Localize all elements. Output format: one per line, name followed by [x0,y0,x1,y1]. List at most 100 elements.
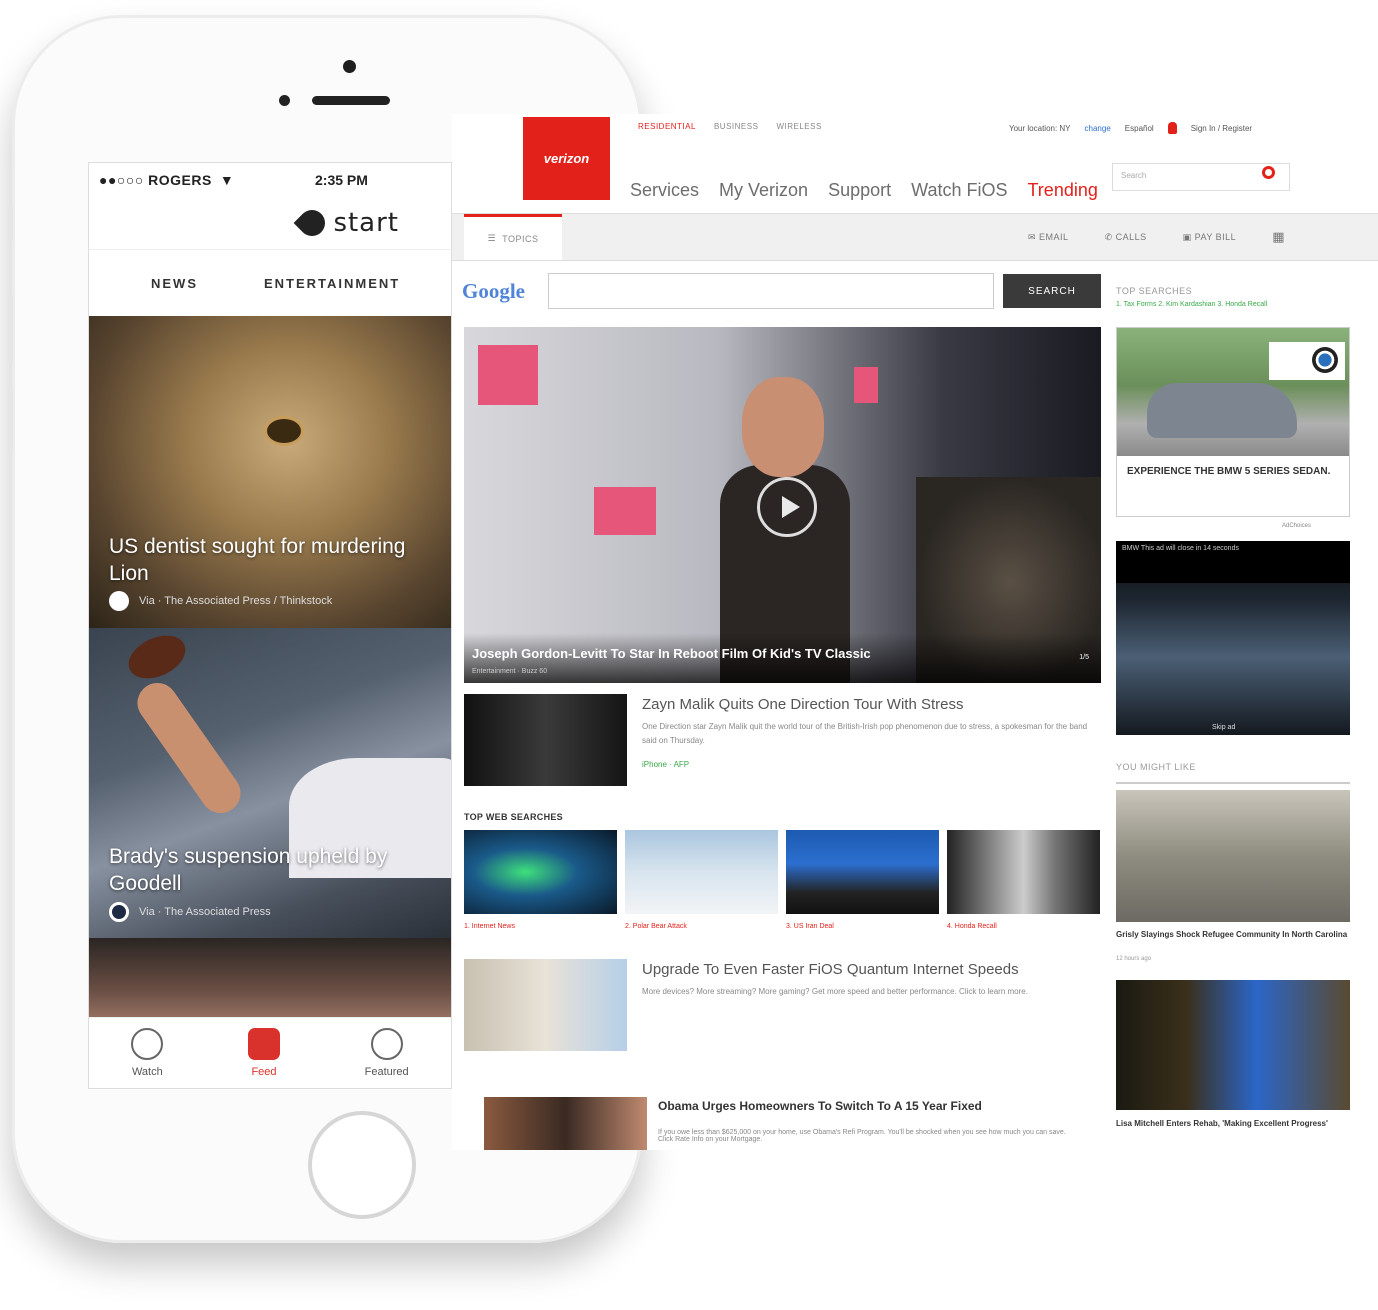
story-thumbnail [464,694,627,786]
nav-watch-label: Watch [131,1066,163,1078]
hero-subtitle: Entertainment · Buzz 60 [472,668,548,675]
search-icon[interactable] [1262,166,1275,179]
story-description: More devices? More streaming? More gamin… [642,987,1028,996]
ad-headline: EXPERIENCE THE BMW 5 SERIES SEDAN. [1127,466,1331,477]
recommended-thumbnail[interactable] [1116,980,1350,1110]
adchoices-link[interactable]: AdChoices [1282,523,1311,529]
topics-button[interactable]: ☰ TOPICS [464,214,562,260]
google-search-input[interactable] [548,273,994,309]
story-title[interactable]: Upgrade To Even Faster FiOS Quantum Inte… [642,961,1019,978]
bmw-display-ad[interactable]: EXPERIENCE THE BMW 5 SERIES SEDAN. [1116,327,1350,517]
video-ad-bar: BMW This ad will close in 14 seconds [1116,541,1350,583]
watch-icon [131,1028,164,1060]
sub-toolbar: ☰ TOPICS ✉ EMAIL ✆ CALLS ▣ PAY BILL ▦ [452,213,1378,261]
slide-counter: 1/5 [1079,654,1089,661]
nav-watch[interactable]: Watch [131,1028,164,1078]
star-icon [370,1028,403,1060]
story-title[interactable]: Obama Urges Homeowners To Switch To A 15… [658,1099,982,1113]
web-search-item[interactable]: 3. US Iran Deal [786,830,939,930]
verizon-logo[interactable]: verizon [523,117,610,200]
nav-services[interactable]: Services [630,180,699,201]
story-thumbnail[interactable] [484,1097,647,1150]
email-button[interactable]: ✉ EMAIL [1028,232,1069,243]
app-logo: start [333,208,399,238]
desktop-page: verizon RESIDENTIAL BUSINESS WIRELESS Yo… [452,114,1378,1150]
location-label: Your location: NY [1009,123,1071,133]
change-location-link[interactable]: change [1085,124,1111,133]
recommended-thumbnail[interactable] [1116,790,1350,922]
source-avatar [109,902,129,922]
story-zayn[interactable]: Zayn Malik Quits One Direction Tour With… [464,694,1101,786]
nav-watch-fios[interactable]: Watch FiOS [911,180,1007,201]
web-search-caption[interactable]: 3. US Iran Deal [786,923,939,930]
ad-image [1117,328,1349,456]
category-tabs: NEWS ENTERTAINMENT [89,249,451,316]
story-fios[interactable]: Upgrade To Even Faster FiOS Quantum Inte… [464,959,1101,1051]
play-icon[interactable] [757,477,817,537]
lion-image [264,416,304,446]
pay-bill-button[interactable]: ▣ PAY BILL [1183,232,1237,243]
nav-support[interactable]: Support [828,180,891,201]
home-button[interactable] [308,1111,416,1219]
nav-featured-label: Featured [364,1066,409,1078]
nav-featured[interactable]: Featured [365,1028,409,1078]
phone-camera [343,60,356,73]
nav-feed[interactable]: Feed [247,1028,280,1078]
calls-button[interactable]: ✆ CALLS [1105,232,1147,243]
utility-bar: Your location: NY change Español Sign In… [1009,122,1252,134]
divider [1116,782,1350,784]
phone-screen: ●●○○○ ROGERS ▼ 2:35 PM start NEWS ENTERT… [88,162,452,1089]
web-search-caption[interactable]: 1. Internet News [464,923,617,930]
hero-video[interactable]: Joseph Gordon-Levitt To Star In Reboot F… [464,327,1101,683]
hero-title[interactable]: Joseph Gordon-Levitt To Star In Reboot F… [472,646,871,661]
bmw-logo-icon [1269,342,1345,380]
bottom-nav: Watch Feed Featured [89,1017,451,1088]
top-searches-links[interactable]: 1. Tax Forms 2. Kim Kardashian 3. Honda … [1116,301,1350,308]
card-source: Via · The Associated Press [139,906,271,918]
language-link[interactable]: Español [1125,124,1154,133]
video-ad[interactable]: BMW This ad will close in 14 seconds Ski… [1116,541,1350,735]
tab-entertainment[interactable]: ENTERTAINMENT [234,276,436,291]
recommended-title[interactable]: Grisly Slayings Shock Refugee Community … [1116,929,1350,940]
player-arm-image [129,675,249,821]
tab-news[interactable]: NEWS [89,276,234,291]
skip-ad-button[interactable]: Skip ad [1212,724,1235,731]
carrier-label: ●●○○○ ROGERS [99,172,212,188]
nav-my-verizon[interactable]: My Verizon [719,180,808,201]
web-search-thumbnail [464,830,617,914]
top-searches-label: TOP SEARCHES [1116,286,1193,296]
card-title-line1: Brady's suspension upheld by [109,845,388,868]
sign-in-link[interactable]: Sign In / Register [1191,124,1252,133]
feed-icon [247,1028,280,1060]
web-search-item[interactable]: 1. Internet News [464,830,617,930]
person-head [742,377,824,477]
link-residential[interactable]: RESIDENTIAL [638,122,696,131]
recommended-title[interactable]: Lisa Mitchell Enters Rehab, 'Making Exce… [1116,1118,1350,1129]
quick-actions: ✉ EMAIL ✆ CALLS ▣ PAY BILL ▦ [1028,214,1285,260]
link-business[interactable]: BUSINESS [714,122,758,131]
news-card-lion[interactable]: US dentist sought for murdering Lion Via… [89,316,451,628]
grid-menu-icon[interactable]: ▦ [1272,229,1285,245]
card-title: US dentist sought for murdering Lion [109,533,405,587]
web-search-caption[interactable]: 2. Polar Bear Attack [625,923,778,930]
web-search-item[interactable]: 2. Polar Bear Attack [625,830,778,930]
nav-feed-label: Feed [251,1066,277,1078]
news-card-brady[interactable]: Brady's suspension upheld by Goodell Via… [89,628,451,938]
card-source: Via · The Associated Press / Thinkstock [139,595,333,607]
google-search-button[interactable]: SEARCH [1003,274,1101,308]
story-title[interactable]: Zayn Malik Quits One Direction Tour With… [642,696,964,713]
nav-trending[interactable]: Trending [1027,180,1097,201]
card-title-line2: Lion [109,562,149,585]
volume-up-button [8,295,13,365]
story-description: If you owe less than $625,000 on your ho… [658,1129,1066,1143]
link-wireless[interactable]: WIRELESS [776,122,821,131]
car-image [1147,383,1297,438]
card-title: Brady's suspension upheld by Goodell [109,843,387,897]
web-search-item[interactable]: 4. Honda Recall [947,830,1100,930]
web-search-caption[interactable]: 4. Honda Recall [947,923,1100,930]
menu-icon: ☰ [487,233,497,243]
status-time: 2:35 PM [315,172,368,188]
top-web-searches-label: TOP WEB SEARCHES [464,812,563,822]
card-title-line2: Goodell [109,872,182,895]
news-card-partial[interactable] [89,938,451,1026]
